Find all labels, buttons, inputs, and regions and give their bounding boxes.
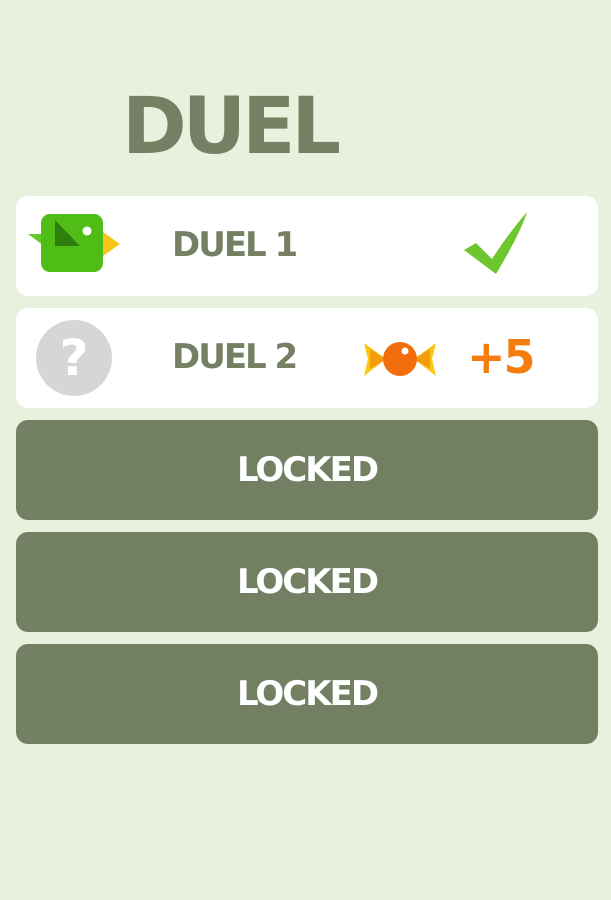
locked-label: LOCKED — [236, 450, 379, 490]
locked-label: LOCKED — [236, 562, 379, 602]
locked-label: LOCKED — [236, 674, 379, 714]
question-mark-icon: ? — [36, 320, 112, 396]
reward-amount: +5 — [467, 330, 536, 384]
duel-label: DUEL 2 — [172, 337, 298, 377]
candy-icon — [364, 342, 436, 376]
page-title: DUEL — [122, 82, 341, 172]
locked-row[interactable]: LOCKED — [16, 420, 598, 520]
locked-row[interactable]: LOCKED — [16, 644, 598, 744]
duel-label: DUEL 1 — [172, 225, 298, 265]
locked-row[interactable]: LOCKED — [16, 532, 598, 632]
duel-row-1[interactable]: DUEL 1 — [16, 196, 598, 296]
checkmark-icon — [464, 212, 527, 274]
green-bird-icon — [28, 214, 120, 272]
duel-row-2[interactable]: ? DUEL 2 +5 — [16, 308, 598, 408]
